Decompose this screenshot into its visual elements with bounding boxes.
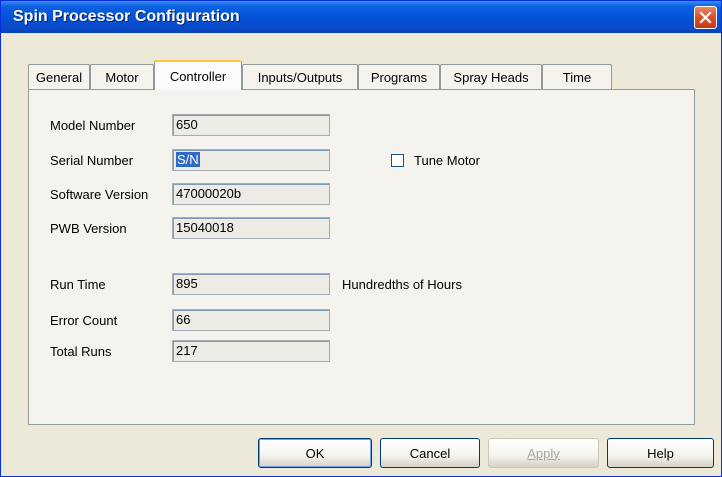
cancel-button[interactable]: Cancel xyxy=(380,438,480,468)
ok-button[interactable]: OK xyxy=(258,438,372,468)
model-number-field[interactable]: 650 xyxy=(172,114,330,136)
tab-motor[interactable]: Motor xyxy=(90,64,154,89)
pwb-version-label: PWB Version xyxy=(50,221,127,236)
serial-number-value: S/N xyxy=(176,152,200,167)
close-icon xyxy=(699,11,712,24)
run-time-units-label: Hundredths of Hours xyxy=(342,277,462,292)
run-time-field[interactable]: 895 xyxy=(172,273,330,295)
window-title: Spin Processor Configuration xyxy=(13,8,240,25)
apply-button[interactable]: Apply xyxy=(488,438,599,468)
close-button[interactable] xyxy=(694,6,717,29)
tab-inputs-outputs[interactable]: Inputs/Outputs xyxy=(242,64,358,89)
title-bar[interactable]: Spin Processor Configuration xyxy=(1,1,721,33)
tune-motor-label[interactable]: Tune Motor xyxy=(414,153,480,168)
serial-number-label: Serial Number xyxy=(50,153,134,168)
pwb-version-field[interactable]: 15040018 xyxy=(172,217,330,239)
controller-tab-panel: Model Number 650 Serial Number S/N Tune … xyxy=(28,89,695,425)
dialog-window: Spin Processor Configuration General Mot… xyxy=(0,0,722,477)
total-runs-field[interactable]: 217 xyxy=(172,340,330,362)
tab-spray-heads[interactable]: Spray Heads xyxy=(440,64,542,89)
software-version-field[interactable]: 47000020b xyxy=(172,183,330,205)
run-time-label: Run Time xyxy=(50,277,106,292)
tab-time[interactable]: Time xyxy=(542,64,612,89)
software-version-label: Software Version xyxy=(50,187,149,202)
help-button[interactable]: Help xyxy=(607,438,714,468)
error-count-label: Error Count xyxy=(50,313,118,328)
error-count-field[interactable]: 66 xyxy=(172,309,330,331)
tab-general[interactable]: General xyxy=(28,64,90,89)
tune-motor-checkbox[interactable] xyxy=(391,154,404,167)
serial-number-field[interactable]: S/N xyxy=(172,149,330,171)
model-number-label: Model Number xyxy=(50,118,136,133)
total-runs-label: Total Runs xyxy=(50,344,112,359)
tab-programs[interactable]: Programs xyxy=(358,64,440,89)
tab-controller[interactable]: Controller xyxy=(154,60,242,90)
